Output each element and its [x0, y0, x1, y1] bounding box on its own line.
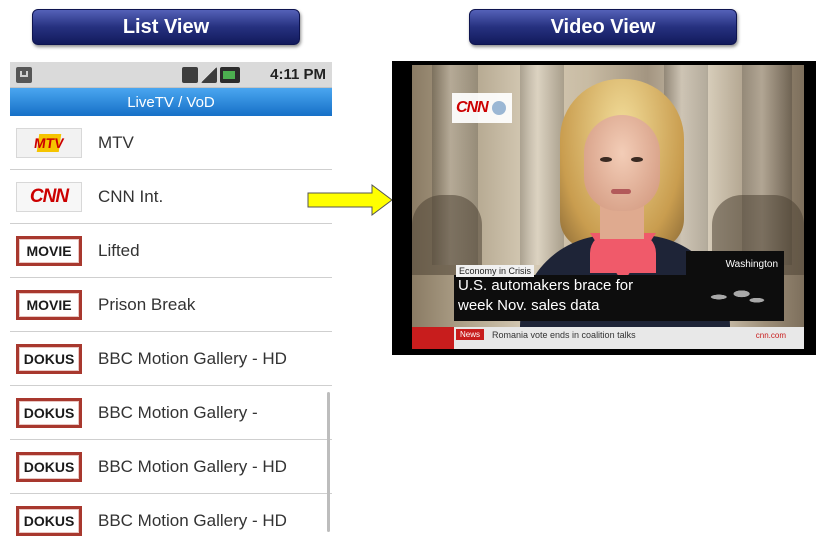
ticker-red-block	[412, 327, 454, 349]
anchor-face	[584, 115, 660, 211]
list-item-bbc-2[interactable]: DOKUS BBC Motion Gallery -	[10, 386, 332, 440]
list-item-prison-break[interactable]: MOVIE Prison Break	[10, 278, 332, 332]
video-view-header-label: Video View	[550, 15, 656, 38]
list-item-bbc-4[interactable]: DOKUS BBC Motion Gallery - HD	[10, 494, 332, 542]
channel-bug-text: CNN	[456, 99, 489, 116]
list-item-label: CNN Int.	[98, 187, 164, 206]
list-item-mtv[interactable]: MTV MTV	[10, 116, 332, 170]
list-item-label: BBC Motion Gallery -	[98, 403, 258, 422]
battery-icon	[220, 67, 240, 83]
channel-bug: CNN	[452, 93, 512, 123]
list-item-label: Lifted	[98, 241, 140, 260]
anchor-eye	[631, 157, 643, 162]
status-time: 4:11 PM	[270, 66, 326, 83]
list-item-lifted[interactable]: MOVIE Lifted	[10, 224, 332, 278]
globe-icon	[491, 101, 506, 115]
movie-logo-icon: MOVIE	[16, 290, 82, 320]
list-item-bbc-1[interactable]: DOKUS BBC Motion Gallery - HD	[10, 332, 332, 386]
video-view-header: Video View	[469, 9, 737, 45]
ticker-site: cnn.com	[755, 331, 786, 340]
background-pillar	[520, 65, 564, 265]
movie-logo-icon: MOVIE	[16, 236, 82, 266]
background-arch	[412, 195, 482, 275]
status-icons	[182, 67, 240, 83]
video-frame: CNN Washington U.S. automakers brace for…	[412, 65, 804, 349]
mtv-logo-text: MTV	[33, 134, 65, 152]
list-item-label: BBC Motion Gallery - HD	[98, 457, 287, 476]
signal-icon	[201, 67, 217, 83]
headline-line-1: U.S. automakers brace for	[458, 277, 634, 294]
list-item-label: BBC Motion Gallery - HD	[98, 349, 287, 368]
dokus-logo-icon: DOKUS	[16, 344, 82, 374]
phone-screen: 4:11 PM LiveTV / VoD MTV MTV CNN CNN Int…	[10, 62, 332, 542]
status-bar: 4:11 PM	[10, 62, 332, 88]
ticker-text: Romania vote ends in coalition talks	[492, 330, 636, 340]
location-label: Washington	[725, 259, 778, 270]
arrow-right-icon	[307, 184, 393, 216]
list-item-label: Prison Break	[98, 295, 196, 314]
list-item-label: MTV	[98, 133, 134, 152]
list-item-bbc-3[interactable]: DOKUS BBC Motion Gallery - HD	[10, 440, 332, 494]
cnn-logo-icon: CNN	[16, 182, 82, 212]
list-view-header: List View	[32, 9, 300, 45]
headline-box: U.S. automakers brace for week Nov. sale…	[454, 275, 686, 321]
list-item-label: BBC Motion Gallery - HD	[98, 511, 287, 530]
notification-icon	[16, 67, 32, 83]
scrollbar[interactable]	[327, 392, 330, 532]
app-title-bar: LiveTV / VoD	[10, 88, 332, 116]
anchor-eye	[600, 157, 612, 162]
anchor-mouth	[611, 189, 631, 194]
headline-kicker: Economy in Crisis	[456, 265, 535, 277]
location-box: Washington	[686, 251, 784, 321]
dokus-logo-icon: DOKUS	[16, 506, 82, 536]
dokus-logo-icon: DOKUS	[16, 452, 82, 482]
world-map-icon	[696, 281, 772, 313]
list-item-cnn[interactable]: CNN CNN Int.	[10, 170, 332, 224]
network-icon	[182, 67, 198, 83]
list-view-header-label: List View	[122, 15, 210, 38]
news-ticker: News Romania vote ends in coalition talk…	[412, 327, 804, 349]
video-player[interactable]: CNN Washington U.S. automakers brace for…	[392, 61, 816, 355]
channel-list: MTV MTV CNN CNN Int. MOVIE Lifted MOVIE …	[10, 116, 332, 542]
ticker-tag: News	[456, 329, 485, 340]
mtv-logo-icon: MTV	[16, 128, 82, 158]
app-title: LiveTV / VoD	[127, 93, 215, 111]
dokus-logo-icon: DOKUS	[16, 398, 82, 428]
headline-line-2: week Nov. sales data	[458, 297, 600, 314]
